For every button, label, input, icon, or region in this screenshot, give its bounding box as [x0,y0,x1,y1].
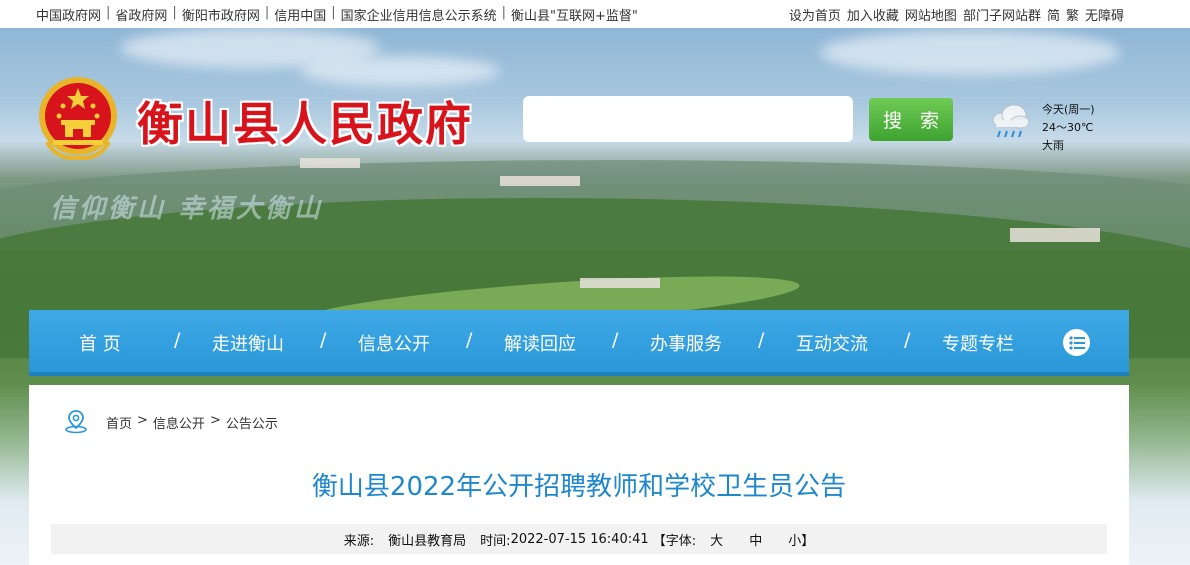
buildings [300,158,360,168]
article-title: 衡山县2022年公开招聘教师和学校卫生员公告 [311,472,847,502]
weather-temp: 24～30℃ [1042,121,1094,134]
nav-item-about[interactable]: 走进衡山 [212,330,284,356]
search-button[interactable]: 搜 索 [869,98,953,141]
font-size-label: 【字体: [652,533,697,549]
breadcrumb-info[interactable]: 信息公开 [153,413,205,432]
breadcrumb-home[interactable]: 首页 [106,413,132,432]
weather-condition: 大雨 [1042,139,1064,152]
nav-item-interpretation[interactable]: 解读回应 [504,330,576,356]
nav-separator: / [320,329,327,351]
traditional-link[interactable]: 繁 [1066,5,1079,24]
top-link-supervision[interactable]: 衡山县"互联网+监督" [511,5,638,24]
top-link-enterprise[interactable]: 国家企业信用信息公示系统 [341,5,497,24]
source-label: 来源: [343,533,375,549]
font-small-button[interactable]: 小】 [788,530,814,549]
set-homepage-link[interactable]: 设为首页 [789,5,841,24]
time-value: 2022-07-15 16:40:41 [510,531,649,547]
nav-separator: / [466,329,473,351]
breadcrumb-notices[interactable]: 公告公示 [226,413,278,432]
content-panel: 首页 > 信息公开 > 公告公示 衡山县2022年公开招聘教师和学校卫生员公告 … [29,385,1129,565]
top-right-links: 设为首页 加入收藏 网站地图 部门子网站群 简 繁 无障碍 [789,5,1124,24]
add-favorite-link[interactable]: 加入收藏 [847,5,899,24]
weather-info: 今天(周一) 24～30℃ 大雨 [1042,101,1095,155]
font-medium-button[interactable]: 中 [749,530,762,549]
font-large-button[interactable]: 大 [710,530,723,549]
time-label: 时间: [480,533,511,549]
site-title: 衡山县人民政府 [137,97,473,151]
buildings [1010,228,1100,242]
menu-button[interactable] [1063,329,1090,356]
nav-item-info[interactable]: 信息公开 [358,330,430,356]
national-emblem-icon [39,77,117,160]
top-link-city[interactable]: 衡阳市政府网 [182,5,260,24]
location-icon [65,410,87,434]
article-meta: 来源: 衡山县教育局 时间: 2022-07-15 16:40:41 【字体: … [51,524,1107,554]
weather-day: 今天(周一) [1042,103,1095,116]
breadcrumb-separator: > [137,413,148,428]
breadcrumb: 首页 > 信息公开 > 公告公示 [106,413,278,432]
list-icon [1068,335,1085,350]
cloud [820,30,1120,75]
nav-separator: / [612,329,619,351]
nav-item-services[interactable]: 办事服务 [650,330,722,356]
search-input[interactable] [523,96,853,142]
nav-item-topics[interactable]: 专题专栏 [942,330,1014,356]
sitemap-link[interactable]: 网站地图 [905,5,957,24]
nav-separator: / [904,329,911,351]
accessibility-link[interactable]: 无障碍 [1085,5,1124,24]
cloud [300,56,500,86]
buildings [500,176,580,186]
banner-slogan: 信仰衡山 幸福大衡山 [50,194,324,224]
nav-item-interaction[interactable]: 互动交流 [796,330,868,356]
top-link-province[interactable]: 省政府网 [115,5,167,24]
top-bar: 中国政府网 | 省政府网 | 衡阳市政府网 | 信用中国 | 国家企业信用信息公示系统 |… [0,0,1190,28]
dept-sites-link[interactable]: 部门子网站群 [963,5,1041,24]
breadcrumb-separator: > [209,413,221,428]
top-link-credit[interactable]: 信用中国 [274,5,326,24]
nav-separator: / [758,329,765,351]
simplified-link[interactable]: 简 [1047,5,1060,24]
source-value: 衡山县教育局 [388,533,467,549]
nav-item-home[interactable]: 首 页 [79,330,121,356]
rain-cloud-icon [992,104,1030,138]
buildings [580,278,660,288]
top-links: 中国政府网 | 省政府网 | 衡阳市政府网 | 信用中国 | 国家企业信用信息公示系统 |… [36,5,638,24]
top-link-gov[interactable]: 中国政府网 [36,5,101,24]
main-nav: 首 页 / 走进衡山 / 信息公开 / 解读回应 / 办事服务 / 互动交流 /… [29,310,1129,376]
nav-separator: / [174,329,181,351]
